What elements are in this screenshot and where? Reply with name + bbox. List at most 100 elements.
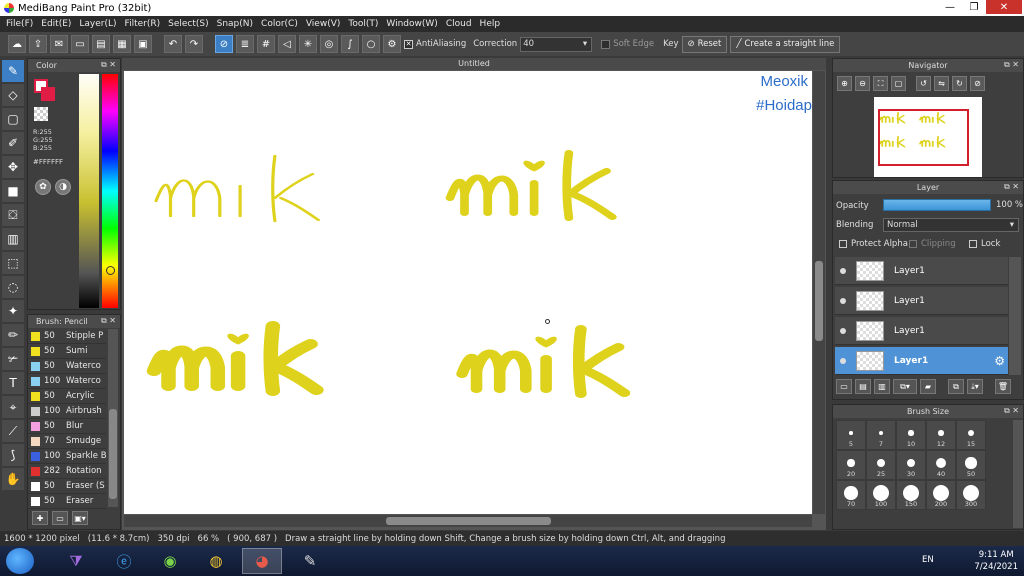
- trash-icon[interactable]: 🗑: [995, 379, 1011, 394]
- snap-off-icon[interactable]: ⊘: [215, 35, 233, 53]
- snap-concentric-icon[interactable]: ◎: [320, 35, 338, 53]
- brush-size-option[interactable]: 10: [896, 420, 926, 450]
- layer-row[interactable]: Layer1: [835, 287, 1008, 315]
- brush-menu-icon[interactable]: ▣▾: [72, 511, 88, 525]
- hand-tool-icon[interactable]: ✋: [2, 468, 24, 490]
- panel-float-close-icon[interactable]: ⧉ ✕: [101, 60, 116, 70]
- pen-tool-icon[interactable]: ⟆: [2, 444, 24, 466]
- drawing-canvas[interactable]: Meoxik #Hoidap: [124, 71, 812, 514]
- navigator-preview[interactable]: [874, 97, 982, 177]
- antialiasing-checkbox[interactable]: ✕: [404, 39, 413, 49]
- opacity-slider[interactable]: [883, 199, 991, 211]
- system-clock[interactable]: 9:11 AM 7/24/2021: [974, 549, 1018, 573]
- brush-list-item[interactable]: 100 Airbrush: [28, 404, 106, 419]
- eyedropper-icon[interactable]: ⟋: [2, 420, 24, 442]
- rotate-right-icon[interactable]: ↻: [952, 76, 967, 91]
- select-eraser-icon[interactable]: ✃: [2, 348, 24, 370]
- medibang-taskbar-icon[interactable]: ◕: [242, 548, 282, 574]
- menu-color[interactable]: Color(C): [259, 19, 304, 29]
- snap-circle-icon[interactable]: ○: [362, 35, 380, 53]
- brush-new-icon[interactable]: ▭: [52, 511, 68, 525]
- layer-settings-gear-icon[interactable]: ⚙: [994, 354, 1005, 368]
- brush-list-item[interactable]: 70 Smudge: [28, 434, 106, 449]
- divide-tool-icon[interactable]: ⌖: [2, 396, 24, 418]
- undo-icon[interactable]: ↶: [164, 35, 182, 53]
- gradient-tool-icon[interactable]: ▥: [2, 228, 24, 250]
- brush-list-item[interactable]: 50 Eraser: [28, 494, 106, 509]
- layer-visibility-icon[interactable]: [840, 267, 846, 274]
- snap-grid-icon[interactable]: #: [257, 35, 275, 53]
- lock-checkbox[interactable]: [969, 240, 977, 248]
- layer-folder-icon[interactable]: ▰: [920, 379, 936, 394]
- menu-tool[interactable]: Tool(T): [346, 19, 384, 29]
- menu-view[interactable]: View(V): [304, 19, 347, 29]
- panel-float-close-icon[interactable]: ⧉ ✕: [1004, 406, 1019, 416]
- navigator-viewport-rect[interactable]: [878, 109, 969, 166]
- export-icon[interactable]: ▣: [134, 35, 152, 53]
- layer-row[interactable]: Layer1: [835, 257, 1008, 285]
- brush-list-item[interactable]: 100 Waterco: [28, 374, 106, 389]
- panel-float-close-icon[interactable]: ⧉ ✕: [1004, 60, 1019, 70]
- merge-layer-icon[interactable]: ⤓▾: [967, 379, 983, 394]
- brush-list-item[interactable]: 50 Eraser (S: [28, 479, 106, 494]
- brush-add-icon[interactable]: ✚: [32, 511, 48, 525]
- brush-list-item[interactable]: 282 Rotation: [28, 464, 106, 479]
- layer-row[interactable]: Layer1: [835, 317, 1008, 345]
- menu-window[interactable]: Window(W): [384, 19, 443, 29]
- canvas-tab[interactable]: Untitled: [122, 58, 826, 70]
- menu-select[interactable]: Select(S): [166, 19, 215, 29]
- saturation-value-picker[interactable]: [79, 74, 99, 308]
- redo-icon[interactable]: ↷: [185, 35, 203, 53]
- layer-list-scrollbar[interactable]: [1009, 257, 1021, 375]
- move-tool-icon[interactable]: ✥: [2, 156, 24, 178]
- brush-size-option[interactable]: 150: [896, 480, 926, 510]
- brush-list-item[interactable]: 50 Stipple P: [28, 329, 106, 344]
- actual-size-icon[interactable]: ▢: [891, 76, 906, 91]
- cloud-icon[interactable]: ☁: [8, 35, 26, 53]
- snap-parallel-icon[interactable]: ≣: [236, 35, 254, 53]
- brush-size-option[interactable]: 100: [866, 480, 896, 510]
- brush-size-option[interactable]: 20: [836, 450, 866, 480]
- brush-size-option[interactable]: 12: [926, 420, 956, 450]
- brush-size-option[interactable]: 40: [926, 450, 956, 480]
- layer-visibility-icon[interactable]: [840, 357, 846, 364]
- menu-layer[interactable]: Layer(L): [77, 19, 122, 29]
- select-pen-icon[interactable]: ✏: [2, 324, 24, 346]
- coccoc-browser-icon[interactable]: ◉: [150, 548, 190, 574]
- menu-file[interactable]: File(F): [4, 19, 39, 29]
- blending-select[interactable]: Normal ▾: [883, 218, 1019, 232]
- save-icon[interactable]: ▤: [92, 35, 110, 53]
- chrome-icon[interactable]: ◍: [196, 548, 236, 574]
- magic-wand-icon[interactable]: ✦: [2, 300, 24, 322]
- brush-tool-icon[interactable]: ✎: [2, 60, 24, 82]
- color-settings-icon[interactable]: ◑: [55, 179, 71, 195]
- brush-size-scrollbar[interactable]: [1013, 420, 1023, 528]
- text-tool-icon[interactable]: T: [2, 372, 24, 394]
- correction-select[interactable]: 40 ▾: [520, 36, 593, 52]
- brush-list-scrollbar[interactable]: [108, 329, 118, 507]
- reset-view-icon[interactable]: ⊘: [970, 76, 985, 91]
- background-color-swatch[interactable]: [41, 87, 55, 101]
- brush-size-option[interactable]: 200: [926, 480, 956, 510]
- brush-size-option[interactable]: 7: [866, 420, 896, 450]
- brush-size-option[interactable]: 5: [836, 420, 866, 450]
- reset-button[interactable]: ⊘ Reset: [681, 35, 728, 53]
- paint-taskbar-icon[interactable]: ✎: [290, 548, 330, 574]
- share-icon[interactable]: ⇪: [29, 35, 47, 53]
- hue-slider-handle[interactable]: [106, 266, 115, 275]
- soft-edge-checkbox[interactable]: [601, 39, 611, 49]
- snap-settings-icon[interactable]: ⚙: [383, 35, 401, 53]
- brush-list-item[interactable]: 50 Sumi: [28, 344, 106, 359]
- fill-shape-icon[interactable]: ■: [2, 180, 24, 202]
- material-icon[interactable]: ▦: [113, 35, 131, 53]
- zoom-in-icon[interactable]: ⊕: [837, 76, 852, 91]
- minimize-button[interactable]: —: [938, 0, 962, 14]
- bucket-tool-icon[interactable]: ⛋: [2, 204, 24, 226]
- zoom-out-icon[interactable]: ⊖: [855, 76, 870, 91]
- duplicate-layer-icon[interactable]: ⧉: [948, 379, 964, 394]
- brush-size-option[interactable]: 300: [956, 480, 986, 510]
- brush-list-item[interactable]: 50 Blur: [28, 419, 106, 434]
- maximize-button[interactable]: ❐: [962, 0, 986, 14]
- layer-row[interactable]: Layer1 ⚙: [835, 347, 1008, 375]
- comment-icon[interactable]: ✉: [50, 35, 68, 53]
